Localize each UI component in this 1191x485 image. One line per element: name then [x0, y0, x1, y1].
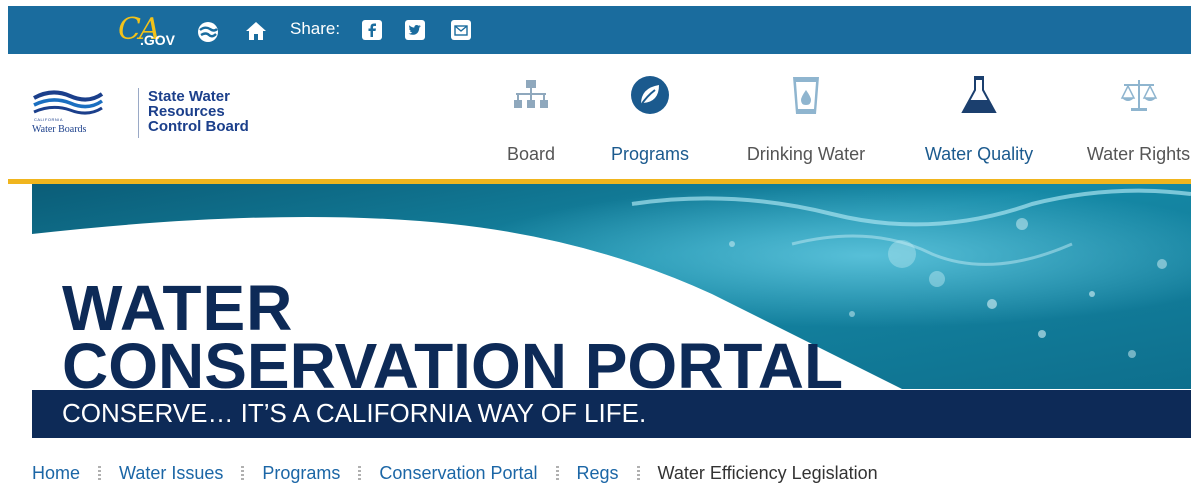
water-glass-icon — [793, 77, 819, 114]
org-chart-icon — [514, 80, 548, 108]
share-label: Share: — [290, 19, 341, 38]
breadcrumb-separator — [241, 466, 245, 480]
nav-label-programs: Programs — [610, 144, 690, 164]
twitter-icon[interactable] — [405, 20, 425, 40]
breadcrumb-current: Water Efficiency Legislation — [657, 463, 878, 483]
agency-title: State Water Resources Control Board — [148, 89, 268, 134]
flask-icon — [961, 76, 997, 113]
breadcrumb-separator — [636, 466, 640, 480]
nav-item-water-rights[interactable]: Water Rights — [1078, 74, 1191, 164]
nav-item-drinking-water[interactable]: Drinking Water — [736, 74, 876, 164]
ca-gov-logo-gov: .GOV — [140, 32, 176, 48]
nav-label-water-rights: Water Rights — [1086, 144, 1191, 164]
nav-label-water-quality: Water Quality — [924, 144, 1034, 164]
globe-icon[interactable] — [196, 20, 220, 44]
logo-divider — [138, 88, 139, 138]
agency-title-line: Control Board — [148, 118, 249, 135]
breadcrumb-separator — [555, 466, 559, 480]
site-header: CALIFORNIA Water Boards State Water Reso… — [8, 54, 1191, 179]
nav-label-board: Board — [506, 144, 556, 164]
logo-text: Water Boards — [32, 124, 87, 135]
hero-banner: WATER CONSERVATION PORTAL CONSERVE… IT’S… — [32, 184, 1191, 438]
nav-label-drinking-water: Drinking Water — [746, 144, 866, 164]
nav-item-board[interactable]: Board — [496, 74, 566, 164]
breadcrumb-regs[interactable]: Regs — [577, 463, 619, 484]
agency-title-line: State Water — [148, 88, 230, 105]
scales-icon — [1120, 80, 1157, 111]
agency-title-line: Resources — [148, 103, 225, 120]
nav-item-programs[interactable]: Programs — [600, 74, 700, 164]
banner-title-line2: CONSERVATION PORTAL — [62, 330, 844, 402]
mail-icon[interactable] — [451, 20, 471, 40]
breadcrumb-water-issues[interactable]: Water Issues — [119, 463, 223, 484]
ca-gov-logo[interactable]: CA .GOV — [116, 12, 182, 52]
breadcrumb-home[interactable]: Home — [32, 463, 80, 484]
breadcrumb: Home Water Issues Programs Conservation Por… — [32, 463, 878, 485]
water-boards-logo[interactable]: CALIFORNIA Water Boards State Water Reso… — [32, 88, 249, 138]
water-waves-icon — [33, 90, 104, 115]
leaf-icon — [631, 76, 669, 114]
logo-small-text: CALIFORNIA — [34, 117, 64, 122]
home-icon[interactable] — [244, 19, 268, 43]
breadcrumb-separator — [358, 466, 362, 480]
breadcrumb-programs[interactable]: Programs — [262, 463, 340, 484]
top-utility-bar: CA .GOV Share: — [8, 6, 1191, 54]
facebook-icon[interactable] — [362, 20, 382, 40]
breadcrumb-separator — [98, 466, 102, 480]
banner-tagline: CONSERVE… IT’S A CALIFORNIA WAY OF LIFE. — [62, 398, 647, 428]
nav-item-water-quality[interactable]: Water Quality — [914, 74, 1044, 164]
breadcrumb-conservation-portal[interactable]: Conservation Portal — [379, 463, 537, 484]
